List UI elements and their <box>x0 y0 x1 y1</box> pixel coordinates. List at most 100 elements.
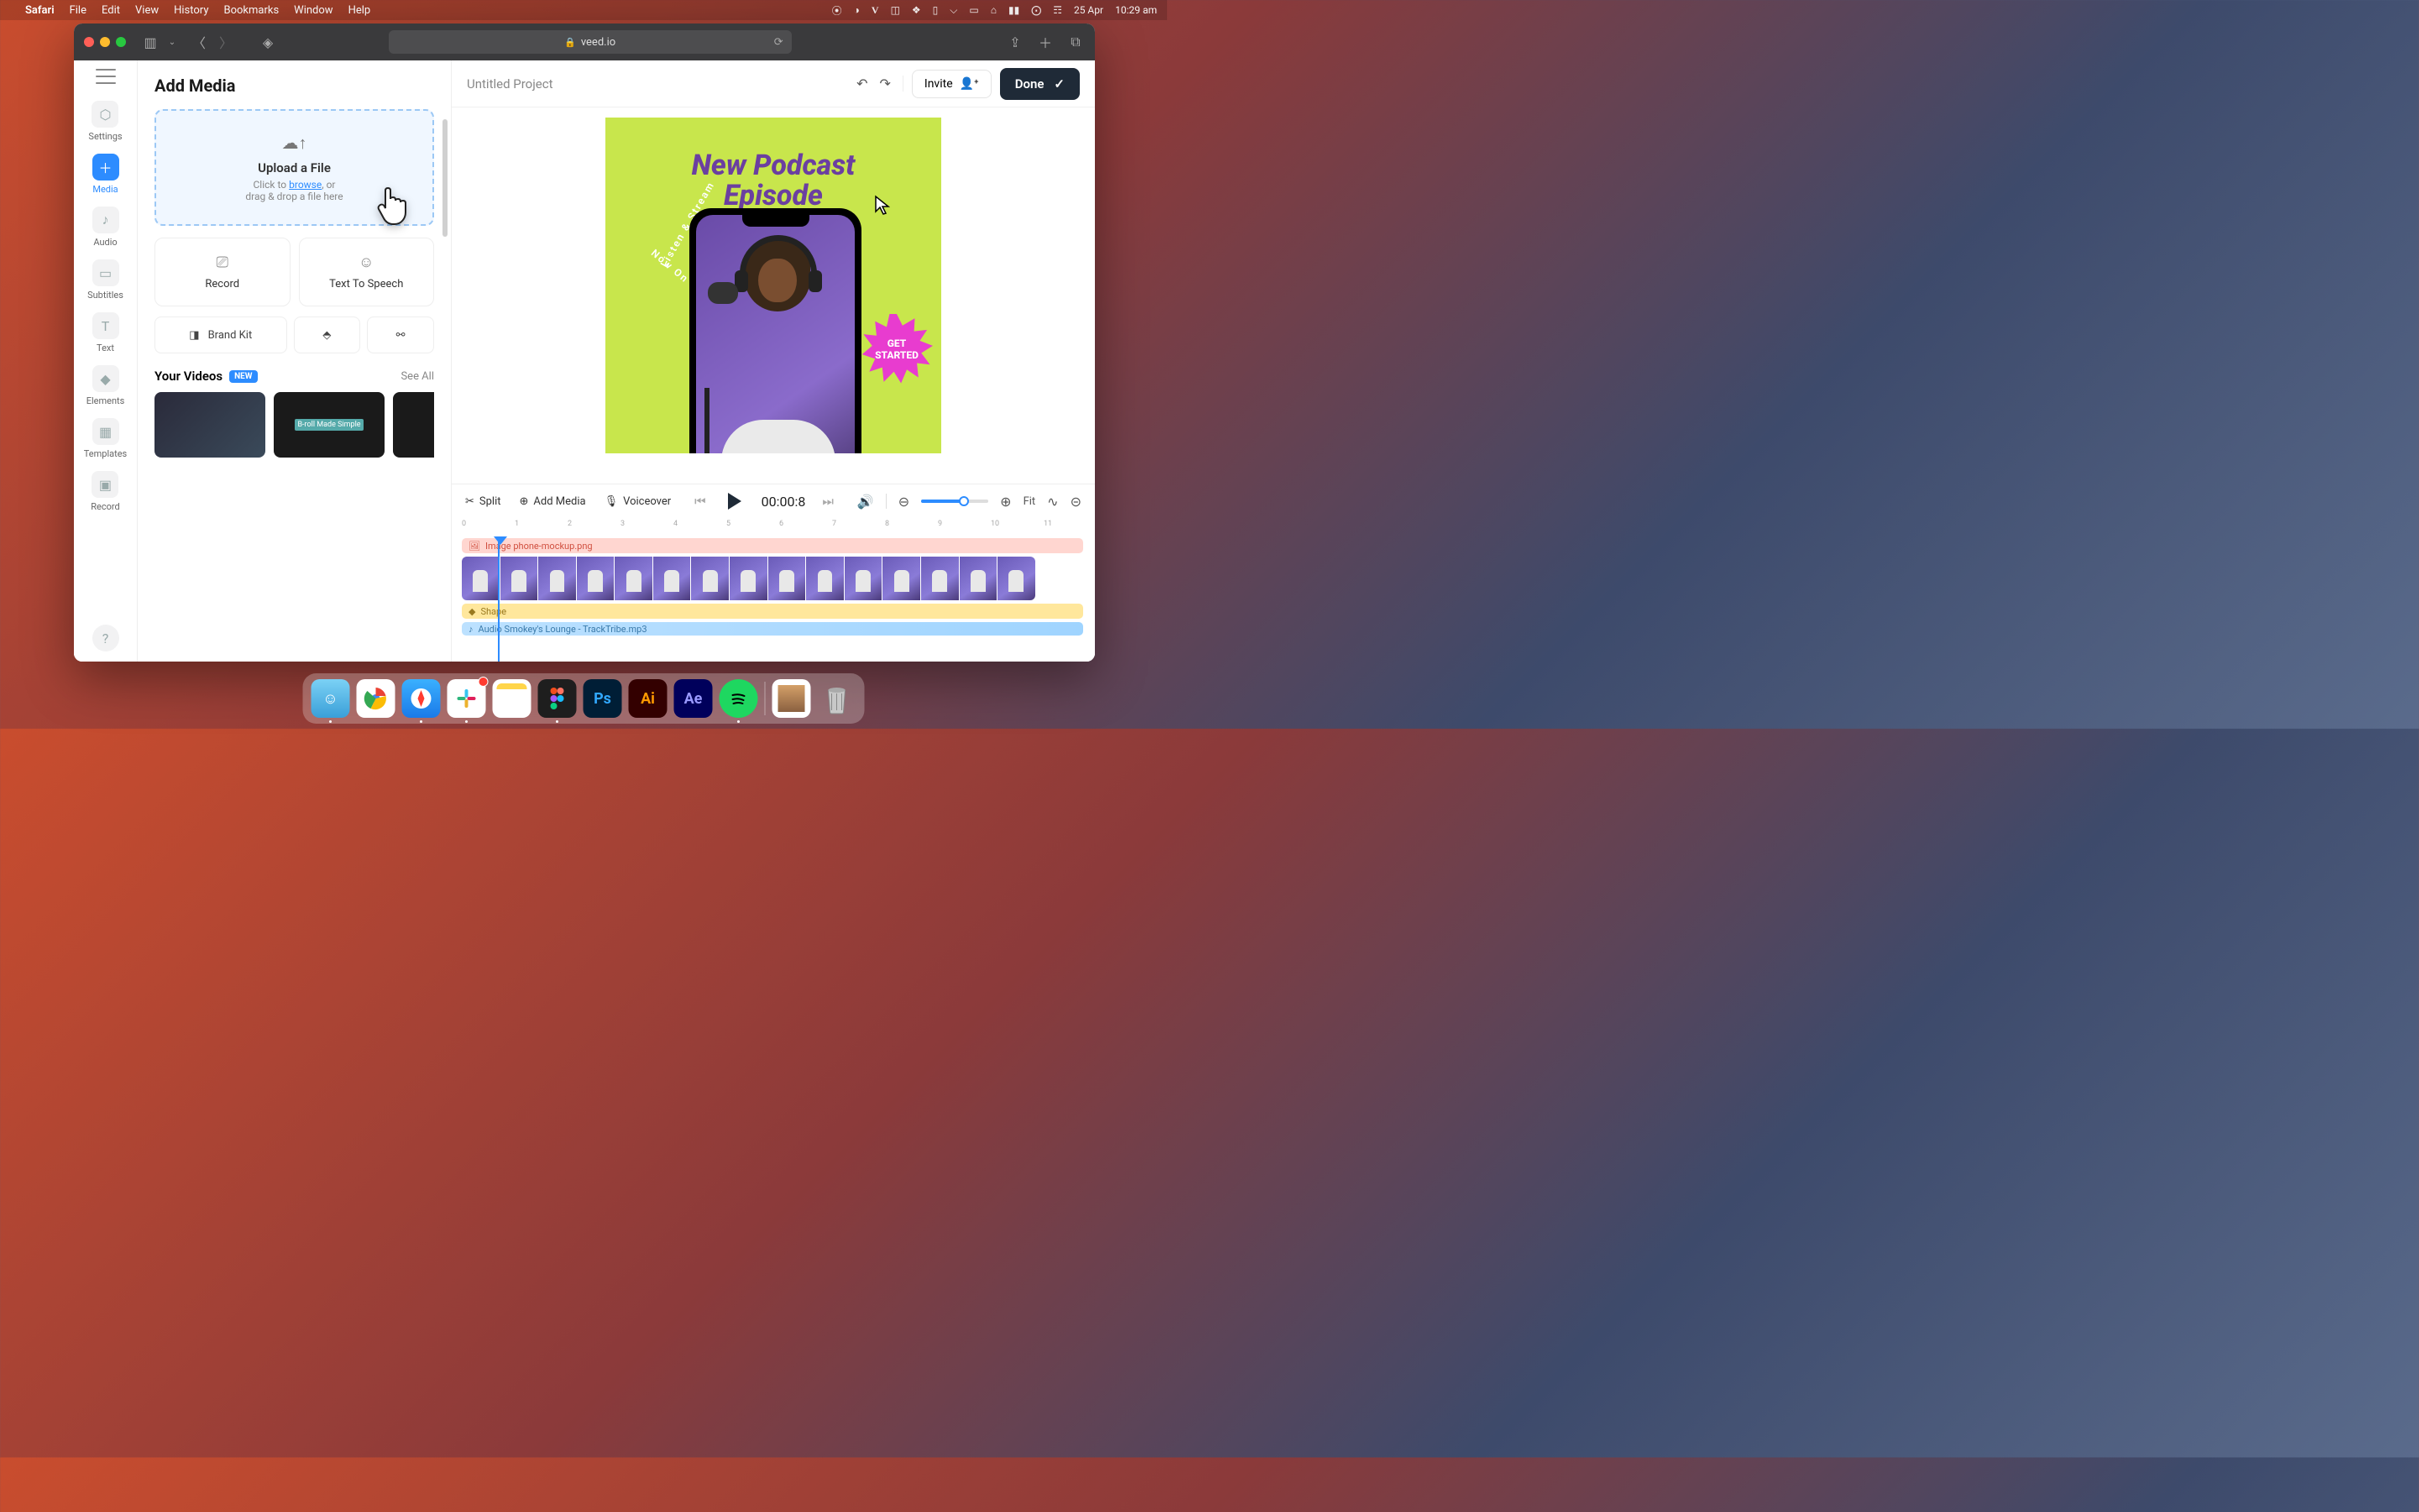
url-text: veed.io <box>581 36 615 49</box>
fit-button[interactable]: Fit <box>1024 495 1036 508</box>
menu-window[interactable]: Window <box>294 4 332 17</box>
fullscreen-window-button[interactable] <box>116 37 126 47</box>
add-media-button[interactable]: ⊕Add Media <box>520 495 586 508</box>
tab-dropdown-icon[interactable]: ⌄ <box>163 33 181 51</box>
dropbox-button[interactable]: ⬘ <box>294 317 361 353</box>
tts-card[interactable]: ☺ Text To Speech <box>299 238 435 306</box>
project-title[interactable]: Untitled Project <box>467 76 553 92</box>
invite-button[interactable]: Invite 👤⁺ <box>912 70 992 98</box>
redo-button[interactable]: ↷ <box>879 76 890 92</box>
dock-preview-thumb[interactable] <box>772 679 811 718</box>
tray-icon[interactable]: V <box>872 4 879 17</box>
dock-photoshop[interactable]: Ps <box>584 679 622 718</box>
tray-icon[interactable]: ◫ <box>891 4 900 16</box>
dock-slack[interactable] <box>448 679 486 718</box>
dock-chrome[interactable] <box>357 679 395 718</box>
menu-view[interactable]: View <box>135 4 159 17</box>
undo-button[interactable]: ↶ <box>856 76 867 92</box>
dock-finder[interactable]: ☺ <box>312 679 350 718</box>
rail-item-subtitles[interactable]: ▭ Subtitles <box>87 259 123 301</box>
address-bar[interactable]: 🔒 veed.io ⟳ <box>389 30 792 54</box>
brandkit-button[interactable]: ◨ Brand Kit <box>154 317 287 353</box>
bluetooth-icon[interactable]: ⌵ <box>950 4 957 17</box>
share-icon[interactable]: ⇪ <box>1006 33 1024 51</box>
menu-edit[interactable]: Edit <box>102 4 120 17</box>
shape-icon: ◆ <box>469 606 475 617</box>
collapse-icon[interactable]: ⊝ <box>1071 494 1081 510</box>
upload-dropzone[interactable]: ☁︎↑ Upload a File Click to browse, or dr… <box>154 109 434 226</box>
rail-item-templates[interactable]: ▦ Templates <box>84 418 127 459</box>
skip-back-button[interactable]: ⏮ <box>694 494 706 509</box>
tray-icon[interactable]: ❖ <box>912 4 921 16</box>
tray-icon[interactable]: ◑ <box>854 4 860 16</box>
menu-file[interactable]: File <box>70 4 86 17</box>
zoom-slider[interactable] <box>921 500 988 503</box>
video-thumbnail[interactable] <box>393 392 434 458</box>
dock-notes[interactable] <box>493 679 531 718</box>
link-button[interactable]: ⚯ <box>367 317 434 353</box>
play-button[interactable] <box>723 490 745 512</box>
rail-label: Text <box>97 343 114 353</box>
track-video[interactable] <box>462 557 1035 600</box>
invite-label: Invite <box>924 77 953 91</box>
browse-link[interactable]: browse <box>289 179 322 191</box>
track-image[interactable]: 🖼 Image phone-mockup.png <box>462 538 1083 553</box>
dock-safari[interactable] <box>402 679 441 718</box>
close-window-button[interactable] <box>84 37 94 47</box>
rail-item-help[interactable]: ? <box>92 625 119 651</box>
dock-trash[interactable] <box>818 679 856 718</box>
playhead[interactable] <box>498 536 500 662</box>
hamburger-icon[interactable] <box>96 69 116 84</box>
dock-aftereffects[interactable]: Ae <box>674 679 713 718</box>
menu-history[interactable]: History <box>174 4 208 17</box>
refresh-icon[interactable]: ⟳ <box>774 36 783 49</box>
menubar-date[interactable]: 25 Apr <box>1074 4 1103 16</box>
wifi-icon[interactable]: ⨀ <box>1031 4 1041 16</box>
headphones-icon[interactable]: ⌂ <box>991 4 997 16</box>
battery-icon[interactable]: ▮▮ <box>1008 4 1019 16</box>
forward-button[interactable]: 〉 <box>217 33 235 51</box>
rail-item-media[interactable]: ＋ Media <box>92 154 119 195</box>
rail-item-text[interactable]: T Text <box>92 312 119 353</box>
voiceover-button[interactable]: 🎙Voiceover <box>605 495 672 508</box>
rail-item-elements[interactable]: ◆ Elements <box>86 365 125 406</box>
timeline-tracks[interactable]: 🖼 Image phone-mockup.png ◆ Shape ♪ Audio… <box>452 536 1095 662</box>
split-button[interactable]: ✂Split <box>465 495 501 508</box>
rail-item-audio[interactable]: ♪ Audio <box>92 207 119 248</box>
see-all-link[interactable]: See All <box>401 370 434 383</box>
sidebar-toggle-icon[interactable]: ▥ <box>141 33 160 51</box>
done-button[interactable]: Done ✓ <box>1000 68 1080 100</box>
dock-illustrator[interactable]: Ai <box>629 679 668 718</box>
tray-icon[interactable]: ▯ <box>933 4 939 16</box>
video-thumbnail[interactable]: B-roll Made Simple <box>274 392 385 458</box>
shield-icon[interactable]: ◈ <box>259 33 277 51</box>
control-center-icon[interactable]: ☶ <box>1053 4 1062 16</box>
record-card[interactable]: ⎚ Record <box>154 238 291 306</box>
new-tab-icon[interactable]: ＋ <box>1036 33 1055 51</box>
menubar-time[interactable]: 10:29 am <box>1115 4 1157 16</box>
app-name[interactable]: Safari <box>25 4 55 17</box>
rail-item-settings[interactable]: ⬡ Settings <box>88 101 122 142</box>
tabs-overview-icon[interactable]: ⧉ <box>1066 33 1085 51</box>
minimize-window-button[interactable] <box>100 37 110 47</box>
zoom-out-button[interactable]: ⊖ <box>898 494 909 510</box>
timeline-ruler[interactable]: 0 1 2 3 4 5 6 7 8 9 10 11 12 13 14 15 16 <box>452 518 1095 536</box>
back-button[interactable]: 〈 <box>190 33 208 51</box>
artboard[interactable]: New PodcastEpisode Listen & Stream Now O… <box>605 118 941 453</box>
scrollbar[interactable] <box>442 119 448 237</box>
zoom-in-button[interactable]: ⊕ <box>1000 494 1011 510</box>
rail-item-record[interactable]: ▣ Record <box>91 471 119 512</box>
video-thumbnail[interactable] <box>154 392 265 458</box>
waveform-icon[interactable]: ∿ <box>1047 494 1058 510</box>
tray-icon[interactable]: ⦿ <box>832 3 842 18</box>
track-shape[interactable]: ◆ Shape <box>462 604 1083 619</box>
skip-forward-button[interactable]: ⏭ <box>822 494 834 509</box>
canvas-stage[interactable]: New PodcastEpisode Listen & Stream Now O… <box>452 107 1095 484</box>
track-audio[interactable]: ♪ Audio Smokey's Lounge - TrackTribe.mp3 <box>462 622 1083 636</box>
speaker-icon[interactable]: 🔊 <box>857 494 874 510</box>
menu-help[interactable]: Help <box>348 4 371 17</box>
dock-figma[interactable] <box>538 679 577 718</box>
display-icon[interactable]: ▭ <box>969 4 978 16</box>
menu-bookmarks[interactable]: Bookmarks <box>223 4 279 17</box>
dock-spotify[interactable] <box>720 679 758 718</box>
